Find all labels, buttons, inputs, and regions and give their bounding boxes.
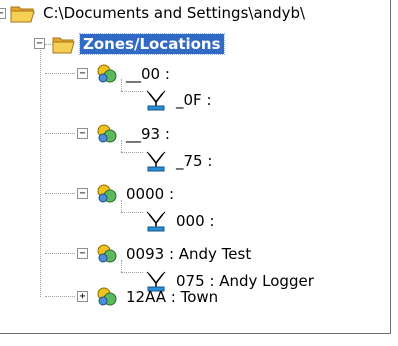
tree-node-root[interactable]: C:\Documents and Settings\andyb\ xyxy=(10,0,308,26)
folder-open-icon xyxy=(52,37,75,54)
collapse-toggle[interactable]: − xyxy=(77,188,88,199)
zone-label: __93 : xyxy=(126,125,170,143)
logger-label: 000 : xyxy=(176,212,215,230)
zone-location-icon xyxy=(97,287,117,306)
folder-open-icon xyxy=(10,6,35,23)
zones-tree: − C:\Documents and Settings\andyb\ − Zon… xyxy=(0,0,390,333)
collapse-toggle[interactable]: − xyxy=(77,248,88,259)
tree-node-logger[interactable]: _0F : xyxy=(143,87,215,113)
tree-guide-line xyxy=(45,296,75,297)
tree-node-zones-label: Zones/Locations xyxy=(79,33,225,55)
expand-toggle[interactable]: + xyxy=(77,291,88,302)
tree-guide-line xyxy=(45,133,75,134)
logger-label: _75 : xyxy=(176,152,213,170)
zone-location-icon xyxy=(97,184,117,203)
tree-node-zone[interactable]: 12AA : Town xyxy=(95,284,221,310)
tree-view-panel: − C:\Documents and Settings\andyb\ − Zon… xyxy=(0,0,391,334)
tree-guide-line xyxy=(121,212,143,213)
zone-location-icon xyxy=(97,64,117,83)
tree-guide-line xyxy=(121,91,143,92)
tree-node-logger[interactable]: 000 : xyxy=(143,208,217,234)
tree-guide-line xyxy=(45,193,75,194)
antenna-logger-icon xyxy=(146,151,166,172)
tree-node-zone[interactable]: 0000 : xyxy=(95,181,177,207)
tree-node-zone[interactable]: __00 : xyxy=(95,61,173,87)
zone-label: 12AA : Town xyxy=(126,288,219,306)
antenna-logger-icon xyxy=(146,211,166,232)
tree-guide-line xyxy=(121,272,143,273)
tree-guide-line xyxy=(45,253,75,254)
logger-label: _0F : xyxy=(176,91,212,109)
zone-label: __00 : xyxy=(126,65,170,83)
collapse-toggle[interactable]: − xyxy=(0,8,6,19)
collapse-toggle[interactable]: − xyxy=(77,68,88,79)
zone-label: 0093 : Andy Test xyxy=(126,245,252,263)
zone-label: 0000 : xyxy=(126,185,174,203)
tree-guide-line xyxy=(40,45,41,297)
zone-location-icon xyxy=(97,124,117,143)
tree-guide-line xyxy=(121,152,143,153)
collapse-toggle[interactable]: − xyxy=(77,128,88,139)
tree-guide-line xyxy=(45,73,75,74)
tree-node-zones-locations[interactable]: Zones/Locations xyxy=(52,31,225,57)
collapse-toggle[interactable]: − xyxy=(34,38,45,49)
zone-location-icon xyxy=(97,244,117,263)
tree-node-zone[interactable]: 0093 : Andy Test xyxy=(95,241,254,267)
tree-node-logger[interactable]: _75 : xyxy=(143,148,215,174)
antenna-logger-icon xyxy=(146,90,166,111)
tree-node-zone[interactable]: __93 : xyxy=(95,121,173,147)
tree-node-root-label: C:\Documents and Settings\andyb\ xyxy=(43,4,306,22)
